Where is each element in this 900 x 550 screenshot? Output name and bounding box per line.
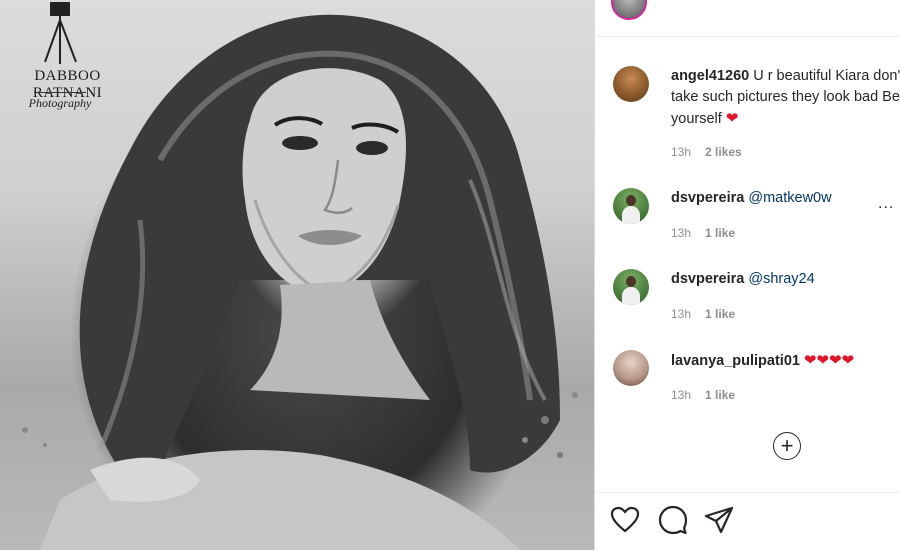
comment-likes[interactable]: 2 likes bbox=[705, 145, 742, 159]
comment-username[interactable]: dsvpereira bbox=[671, 190, 744, 206]
comment-meta: 13h 2 likes bbox=[671, 145, 742, 159]
heart-icon[interactable] bbox=[609, 504, 641, 536]
comment-meta: 13h 1 like bbox=[671, 388, 735, 402]
comment-time[interactable]: 13h bbox=[671, 226, 691, 240]
comment-likes[interactable]: 1 like bbox=[705, 388, 735, 402]
avatar[interactable] bbox=[613, 188, 649, 224]
avatar[interactable] bbox=[613, 350, 649, 386]
comment-likes[interactable]: 1 like bbox=[705, 226, 735, 240]
post-header bbox=[595, 0, 900, 37]
heart-emoji: ❤❤❤❤ bbox=[803, 352, 855, 369]
comment-icon[interactable] bbox=[657, 504, 689, 536]
photographer-watermark: DABBOO RATNANI Photography bbox=[0, 0, 135, 120]
tripod-camera-logo bbox=[44, 2, 77, 64]
share-icon[interactable] bbox=[703, 504, 735, 536]
more-options-icon[interactable]: ... bbox=[878, 196, 894, 212]
comment-text: dsvpereira @shray24 bbox=[671, 269, 900, 290]
comment-text: dsvpereira @matkew0w bbox=[671, 188, 900, 209]
owner-avatar[interactable] bbox=[611, 0, 647, 20]
watermark-divider bbox=[34, 92, 86, 93]
post-actions-bar bbox=[595, 492, 900, 550]
comment-username[interactable]: angel41260 bbox=[671, 68, 749, 84]
watermark-subtitle: Photography bbox=[28, 96, 92, 110]
comment-time[interactable]: 13h bbox=[671, 145, 691, 159]
load-more-comments-button[interactable]: + bbox=[773, 432, 801, 460]
comments-panel: angel41260 U r beautiful Kiara don't take… bbox=[595, 0, 900, 550]
comment-mention[interactable]: @matkew0w bbox=[748, 190, 831, 206]
comment-username[interactable]: lavanya_pulipati01 bbox=[671, 353, 800, 369]
post-photo[interactable]: DABBOO RATNANI Photography bbox=[0, 0, 594, 550]
avatar[interactable] bbox=[613, 269, 649, 305]
heart-emoji: ❤ bbox=[725, 110, 739, 127]
comment-text: angel41260 U r beautiful Kiara don't take… bbox=[671, 66, 900, 130]
comment-mention[interactable]: @shray24 bbox=[748, 271, 814, 287]
comment-username[interactable]: dsvpereira bbox=[671, 271, 744, 287]
avatar[interactable] bbox=[613, 66, 649, 102]
comment-meta: 13h 1 like bbox=[671, 226, 735, 240]
comment-meta: 13h 1 like bbox=[671, 307, 735, 321]
comment-time[interactable]: 13h bbox=[671, 388, 691, 402]
comment-likes[interactable]: 1 like bbox=[705, 307, 735, 321]
comment-time[interactable]: 13h bbox=[671, 307, 691, 321]
comment-text: lavanya_pulipati01 ❤❤❤❤ bbox=[671, 350, 900, 372]
